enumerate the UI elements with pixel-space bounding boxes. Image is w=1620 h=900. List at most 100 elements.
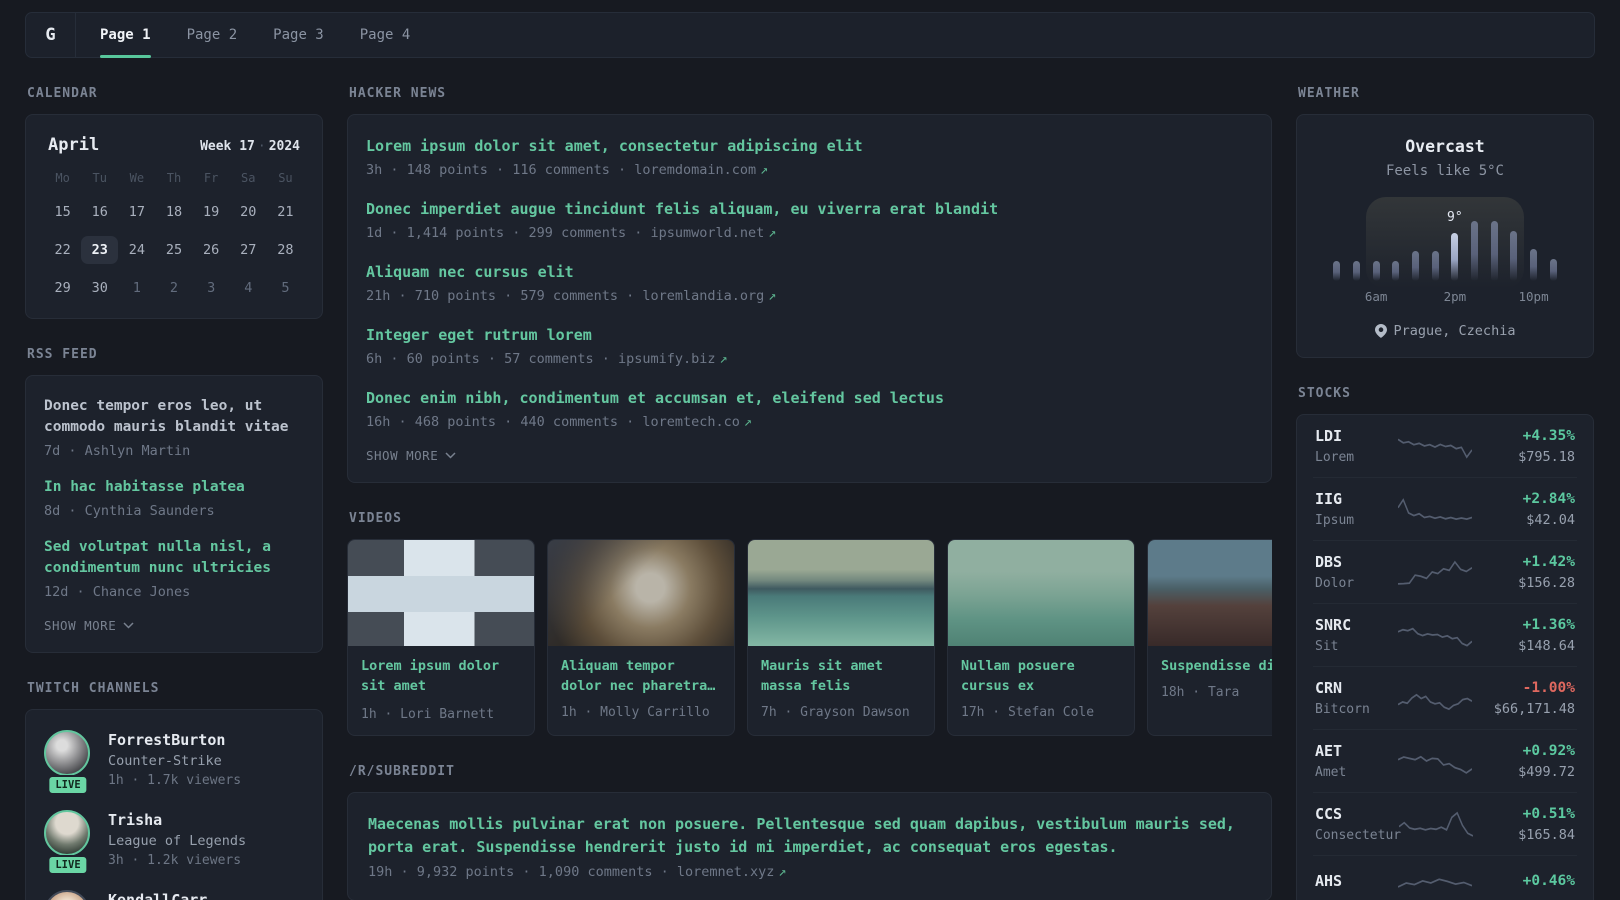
- stock-row[interactable]: AET Amet +0.92% $499.72: [1313, 729, 1577, 792]
- rss-item-title[interactable]: In hac habitasse platea: [44, 477, 304, 498]
- left-column: CALENDAR April Week 17 · 2024 Mo Tu We Th Fr Sa…: [25, 86, 323, 900]
- rss-item: In hac habitasse platea 8d · Cynthia Saun…: [44, 477, 304, 519]
- video-card[interactable]: Aliquam tempor dolor nec pharetra… 1h · M…: [547, 539, 735, 736]
- location-pin-icon: [1374, 324, 1387, 338]
- stock-id: CCS Consectetur: [1315, 805, 1402, 843]
- widget-twitch: TWITCH CHANNELS LIVE ForrestBurton Counter…: [25, 681, 323, 900]
- post-meta-text: 21h · 710 points · 579 comments ·: [366, 288, 643, 304]
- video-card[interactable]: Nullam posuere cursus ex 17h · Stefan Col…: [947, 539, 1135, 736]
- hn-item-title[interactable]: Donec enim nibh, condimentum et accumsan…: [366, 387, 1253, 409]
- video-card[interactable]: Mauris sit amet massa felis 7h · Grayson …: [747, 539, 935, 736]
- weather-bar-column: [1327, 203, 1347, 281]
- rss-show-more-button[interactable]: SHOW MORE: [44, 618, 134, 633]
- weather-location: Prague, Czechia: [1317, 323, 1573, 339]
- twitch-channel[interactable]: KendallCarr: [44, 890, 304, 900]
- stock-row[interactable]: LDI Lorem +4.35% $795.18: [1313, 415, 1577, 477]
- stock-quote: +2.84% $42.04: [1472, 491, 1575, 528]
- weather-hour-cell: [1543, 289, 1563, 305]
- twitch-channel[interactable]: LIVE Trisha League of Legends 3h · 1.2k vie…: [44, 810, 304, 875]
- domain-link[interactable]: loremlandia.org: [642, 288, 764, 304]
- video-title[interactable]: Nullam posuere cursus ex: [961, 656, 1121, 696]
- weather-bar-column: [1386, 203, 1406, 281]
- month-label: April: [48, 135, 100, 155]
- rss-item-title[interactable]: Sed volutpat nulla nisl, a condimentum n…: [44, 537, 304, 579]
- stock-row[interactable]: IIG Ipsum +2.84% $42.04: [1313, 477, 1577, 540]
- calendar-widget-title: CALENDAR: [27, 86, 98, 101]
- rss-item-meta: 12d · Chance Jones: [44, 584, 191, 600]
- date-cell: 4: [244, 280, 253, 296]
- channel-name: ForrestBurton: [108, 731, 226, 749]
- tab-page-4[interactable]: Page 4: [360, 13, 411, 57]
- hackernews-show-more-button[interactable]: SHOW MORE: [366, 448, 456, 463]
- post-meta-text: 3h · 148 points · 116 comments ·: [366, 162, 635, 178]
- hn-item: Aliquam nec cursus elit 21h · 710 points …: [366, 261, 1253, 304]
- stock-id: LDI Lorem: [1315, 427, 1398, 465]
- domain-link[interactable]: ipsumworld.net: [650, 225, 764, 241]
- domain-link[interactable]: loremtech.co: [642, 414, 740, 430]
- video-title[interactable]: Mauris sit amet massa felis: [761, 656, 921, 696]
- widget-calendar: CALENDAR April Week 17 · 2024 Mo Tu We Th Fr Sa…: [25, 86, 323, 319]
- stock-change: +2.84%: [1522, 490, 1575, 507]
- hn-item: Lorem ipsum dolor sit amet, consectetur …: [366, 135, 1253, 178]
- avatar-wrap: [44, 890, 92, 900]
- domain-link[interactable]: loremnet.xyz: [677, 864, 775, 880]
- date-cell: 16: [91, 204, 108, 220]
- stock-row[interactable]: SNRC Sit +1.36% $148.64: [1313, 603, 1577, 666]
- weather-bar: [1412, 251, 1420, 281]
- tab-page-2[interactable]: Page 2: [187, 13, 238, 57]
- chevron-down-icon: [123, 622, 134, 629]
- channel-viewers: 1h · 1.7k viewers: [108, 773, 242, 788]
- stock-row[interactable]: AHS +0.46%: [1313, 855, 1577, 900]
- stock-quote: +0.51% $165.84: [1473, 806, 1575, 843]
- video-title[interactable]: Lorem ipsum dolor sit amet consectetu…: [361, 656, 521, 698]
- domain-link[interactable]: ipsumify.biz: [618, 351, 716, 367]
- rss-item: Sed volutpat nulla nisl, a condimentum n…: [44, 537, 304, 600]
- hn-item-title[interactable]: Donec imperdiet augue tincidunt felis al…: [366, 198, 1253, 220]
- domain-link[interactable]: loremdomain.com: [634, 162, 756, 178]
- channel-info: Trisha League of Legends 3h · 1.2k viewers: [108, 810, 246, 868]
- video-title[interactable]: Aliquam tempor dolor nec pharetra…: [561, 656, 721, 696]
- twitch-widget-title: TWITCH CHANNELS: [27, 681, 160, 696]
- weather-bar: [1392, 261, 1400, 281]
- weather-bar-column: [1347, 203, 1367, 281]
- channel-game: Counter-Strike: [108, 753, 222, 769]
- hn-item-title[interactable]: Aliquam nec cursus elit: [366, 261, 1253, 283]
- video-card[interactable]: Suspendisse diam 18h · Tara: [1147, 539, 1272, 736]
- video-thumbnail: [1148, 540, 1272, 646]
- video-thumbnail: [348, 540, 534, 646]
- subreddit-widget-title: /R/SUBREDDIT: [349, 764, 455, 779]
- stock-change: +4.35%: [1522, 427, 1575, 444]
- rss-card: Donec tempor eros leo, ut commodo mauris…: [25, 375, 323, 653]
- stock-change: +1.36%: [1522, 616, 1575, 633]
- post-meta: 21h · 710 points · 579 comments · loreml…: [366, 288, 1253, 304]
- video-meta: 1h · Molly Carrillo: [561, 705, 710, 720]
- post-meta-text: 1d · 1,414 points · 299 comments ·: [366, 225, 651, 241]
- hn-item-title[interactable]: Lorem ipsum dolor sit amet, consectetur …: [366, 135, 1253, 157]
- weather-bar: [1372, 261, 1380, 281]
- twitch-channel[interactable]: LIVE ForrestBurton Counter-Strike 1h · 1.7k…: [44, 730, 304, 795]
- tab-page-1[interactable]: Page 1: [100, 13, 151, 58]
- stock-change: +0.46%: [1522, 872, 1575, 889]
- stock-row[interactable]: CRN Bitcorn -1.00% $66,171.48: [1313, 666, 1577, 729]
- stock-row[interactable]: DBS Dolor +1.42% $156.28: [1313, 540, 1577, 603]
- weather-hour-cell: [1327, 289, 1347, 305]
- date-cell: 26: [203, 242, 220, 258]
- stock-name: Consectetur: [1315, 828, 1402, 843]
- rss-item-meta: 7d · Ashlyn Martin: [44, 443, 191, 459]
- external-link-icon: ↗: [768, 225, 777, 241]
- hn-item-title[interactable]: Integer eget rutrum lorem: [366, 324, 1253, 346]
- week-number: Week 17: [200, 139, 255, 154]
- post-title[interactable]: Maecenas mollis pulvinar erat non posuer…: [368, 813, 1251, 859]
- post-meta: 6h · 60 points · 57 comments · ipsumify.…: [366, 351, 1253, 367]
- stock-quote: +1.36% $148.64: [1472, 617, 1575, 654]
- weather-hour-cell: 6am: [1365, 289, 1388, 305]
- weather-hour-labels: 6am 2pm 10pm: [1327, 289, 1563, 305]
- external-link-icon: ↗: [768, 288, 777, 304]
- avatar: [44, 730, 90, 776]
- show-more-label: SHOW MORE: [44, 618, 117, 633]
- tab-page-3[interactable]: Page 3: [273, 13, 324, 57]
- video-card[interactable]: Lorem ipsum dolor sit amet consectetu… 1h…: [347, 539, 535, 736]
- rss-item-title[interactable]: Donec tempor eros leo, ut commodo mauris…: [44, 396, 304, 438]
- stock-row[interactable]: CCS Consectetur +0.51% $165.84: [1313, 792, 1577, 855]
- video-title[interactable]: Suspendisse diam: [1161, 656, 1272, 676]
